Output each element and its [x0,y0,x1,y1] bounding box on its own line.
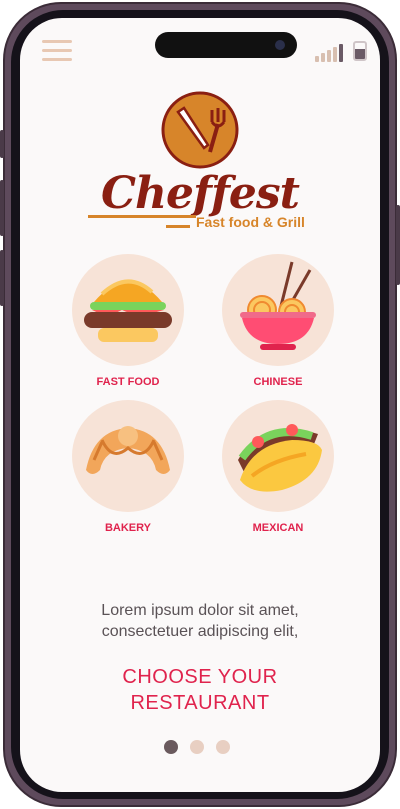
app-screen: Cheffest Fast food & Grill FAST FOOD CHI… [20,18,380,792]
category-label: CHINESE [253,376,303,388]
dynamic-island [155,32,297,58]
category-circle [72,254,184,366]
page-dot-active[interactable] [164,740,178,754]
phone-side-button [0,130,4,158]
taco-icon [238,424,322,492]
page-dot[interactable] [190,740,204,754]
cta-line: CHOOSE YOUR [122,666,278,688]
category-chinese[interactable]: CHINESE [203,254,353,388]
logo-underline [88,215,196,218]
burger-icon [84,279,172,342]
category-mexican[interactable]: MEXICAN [203,400,353,534]
description-line: consectetuer adipiscing elit, [101,623,299,640]
category-circle [222,400,334,512]
category-label: MEXICAN [252,522,304,534]
hamburger-icon[interactable] [42,40,72,62]
noodle-bowl-icon [240,261,316,350]
category-label: BAKERY [104,522,152,534]
signal-bars-icon [315,44,343,62]
app-logo-text: Cheffest [101,168,300,219]
app-tagline: Fast food & Grill [196,214,305,230]
choose-restaurant-button[interactable]: CHOOSE YOUR RESTAURANT [20,664,380,716]
category-label: FAST FOOD [96,376,160,388]
pagination-dots [164,740,236,754]
battery-icon [353,41,367,61]
category-bakery[interactable]: BAKERY [53,400,203,534]
phone-volume-down [0,250,4,306]
fork-knife-logo-icon [161,91,239,169]
category-circle [222,254,334,366]
front-camera [275,40,285,50]
description-text: Lorem ipsum dolor sit amet, consectetuer… [20,600,380,642]
croissant-icon [86,426,170,474]
description-line: Lorem ipsum dolor sit amet, [101,602,299,619]
page-dot[interactable] [216,740,230,754]
category-circle [72,400,184,512]
logo-underline-short [166,225,190,228]
category-fast-food[interactable]: FAST FOOD [53,254,203,388]
cta-line: RESTAURANT [130,692,270,714]
phone-volume-up [0,180,4,236]
phone-power-button [396,205,400,285]
